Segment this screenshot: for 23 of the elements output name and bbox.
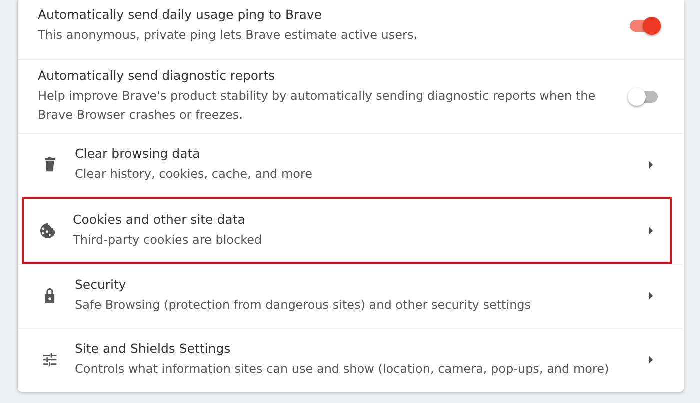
setting-description: Third-party cookies are blocked: [73, 232, 262, 248]
cookie-icon: [38, 220, 58, 240]
toggle-switch[interactable]: [630, 90, 658, 102]
toggle-switch[interactable]: [630, 20, 658, 32]
arrow-icon: [649, 160, 654, 168]
setting-title: Site and Shields Settings: [75, 340, 231, 356]
setting-description: Safe Browsing (protection from dangerous sites) and other security settings: [75, 296, 532, 314]
setting-title: Automatically send diagnostic reports: [38, 68, 276, 83]
setting-description: Controls what information sites can use and show (location, camera, pop-ups, and more): [75, 360, 610, 378]
settings-link-row[interactable]: Clear browsing data Clear history, cookies, cache, and more: [18, 133, 684, 197]
arrow-icon: [649, 292, 654, 300]
settings-link-row[interactable]: Site and Shields Settings Controls what information sites can use and show (location, camera, pop-ups, and more): [18, 328, 684, 392]
setting-title: Automatically send daily usage ping to Brave: [38, 6, 322, 22]
setting-description: This anonymous, private ping lets Brave estimate active users.: [38, 26, 418, 44]
setting-description: Clear history, cookies, cache, and more: [75, 166, 313, 182]
arrow-icon: [649, 356, 654, 364]
setting-title: Security: [75, 276, 126, 292]
setting-title: Clear browsing data: [75, 146, 200, 160]
settings-link-row[interactable]: Security Safe Browsing (protection from dangerous sites) and other security settings: [18, 264, 684, 328]
setting-description: Help improve Brave's product stability by automatically sending diagnostic reports when the Brave Browser crashes or freezes.: [38, 88, 597, 124]
setting-title: Cookies and other site data: [73, 212, 246, 226]
settings-link-row[interactable]: Cookies and other site data Third-party cookies are blocked: [22, 197, 672, 264]
arrow-icon: [649, 226, 654, 234]
